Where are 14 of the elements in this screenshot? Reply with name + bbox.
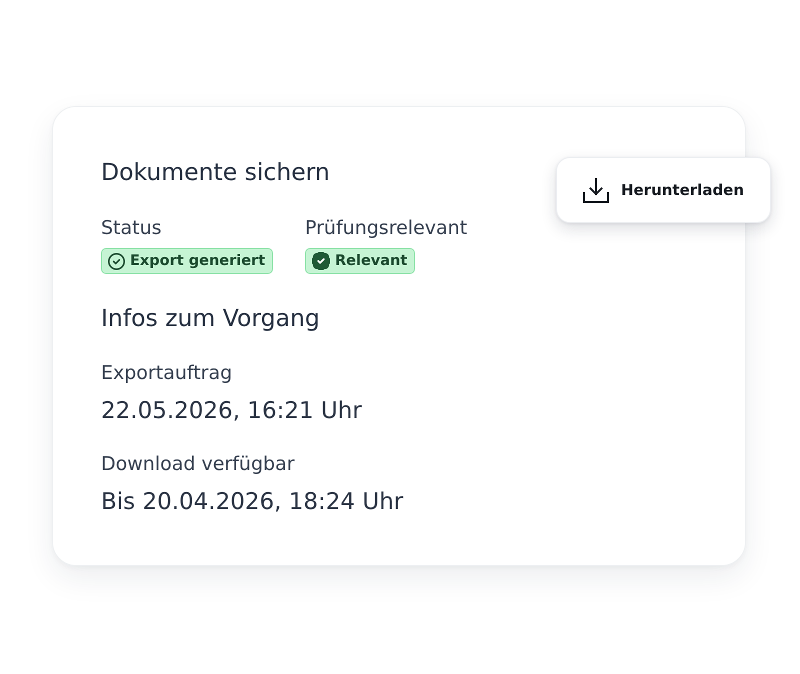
card-title: Dokumente sichern bbox=[101, 157, 330, 188]
section-title: Infos zum Vorgang bbox=[101, 303, 320, 334]
verified-badge-icon bbox=[312, 252, 330, 270]
field-label: Prüfungsrelevant bbox=[305, 216, 468, 241]
info-value: 22.05.2026, 16:21 Uhr bbox=[101, 397, 362, 426]
badge-text: Export generiert bbox=[130, 253, 266, 269]
download-button[interactable]: Herunterladen bbox=[556, 157, 771, 223]
badge-text: Relevant bbox=[335, 253, 408, 269]
field-label: Status bbox=[101, 216, 162, 241]
check-circle-icon bbox=[108, 252, 125, 270]
info-label: Exportauftrag bbox=[101, 361, 232, 386]
info-value: Bis 20.04.2026, 18:24 Uhr bbox=[101, 488, 404, 517]
download-icon bbox=[582, 178, 609, 202]
info-label: Download verfügbar bbox=[101, 452, 295, 477]
